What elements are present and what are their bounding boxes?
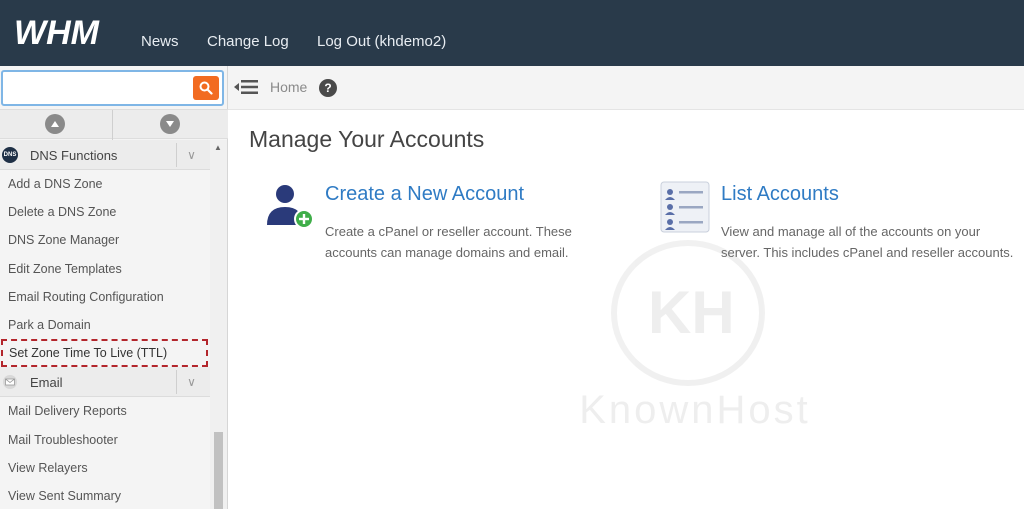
sidebar-item-park-domain[interactable]: Park a Domain <box>0 311 210 339</box>
search-button[interactable] <box>193 76 219 100</box>
nav-logout-link[interactable]: Log Out (khdemo2) <box>317 33 446 50</box>
group-header-dns-functions[interactable]: DNS DNS Functions ∨ <box>0 140 210 170</box>
sidebar-item-mail-delivery-reports[interactable]: Mail Delivery Reports <box>0 397 210 425</box>
watermark-text: KnownHost <box>579 388 811 432</box>
group-label: Email <box>30 375 63 391</box>
sidebar-item-delete-dns-zone[interactable]: Delete a DNS Zone <box>0 198 210 226</box>
top-bar: WHM News Change Log Log Out (khdemo2) <box>0 0 1024 66</box>
dns-icon: DNS <box>2 147 18 163</box>
sidebar-search-input[interactable] <box>5 74 191 102</box>
sidebar-item-set-zone-ttl[interactable]: Set Zone Time To Live (TTL) <box>1 339 208 368</box>
chevron-down-icon <box>166 121 174 127</box>
page-title: Manage Your Accounts <box>249 126 485 152</box>
whm-logo[interactable]: WHM <box>12 14 120 50</box>
group-header-email[interactable]: Email ∨ <box>0 367 210 398</box>
nav-change-log-link[interactable]: Change Log <box>207 33 289 50</box>
scroll-up-arrow-icon[interactable]: ▲ <box>214 143 222 152</box>
add-user-icon[interactable] <box>264 183 314 229</box>
sidebar-item-add-dns-zone[interactable]: Add a DNS Zone <box>0 170 210 198</box>
sidebar-item-mail-troubleshooter[interactable]: Mail Troubleshooter <box>0 426 210 454</box>
create-account-link[interactable]: Create a New Account <box>325 183 524 206</box>
watermark-letter: KH <box>648 279 735 346</box>
sidebar-item-edit-zone-templates[interactable]: Edit Zone Templates <box>0 255 210 283</box>
email-icon <box>3 375 17 390</box>
sidebar-scrollbar[interactable]: ▲ <box>210 140 227 509</box>
list-accounts-icon[interactable] <box>660 181 710 233</box>
knownhost-watermark: KH KnownHost <box>530 240 860 440</box>
group-label: DNS Functions <box>30 148 118 163</box>
svg-text:WHM: WHM <box>14 14 100 50</box>
sidebar-item-view-relayers[interactable]: View Relayers <box>0 454 210 482</box>
scroll-up-button[interactable] <box>45 114 65 134</box>
sidebar: DNS DNS Functions ∨ Add a DNS Zone Delet… <box>0 66 228 509</box>
sidebar-scroll-controls <box>0 109 228 140</box>
chevron-down-icon[interactable]: ∨ <box>176 370 206 395</box>
scroll-down-button[interactable] <box>160 114 180 134</box>
scrollbar-thumb[interactable] <box>214 432 223 509</box>
breadcrumb-home[interactable]: Home <box>270 79 307 95</box>
divider <box>112 110 113 140</box>
nav-news-link[interactable]: News <box>141 33 179 50</box>
list-accounts-link[interactable]: List Accounts <box>721 183 839 206</box>
chevron-down-icon[interactable]: ∨ <box>176 143 206 167</box>
menu-toggle-icon[interactable] <box>234 77 258 97</box>
create-account-description: Create a cPanel or reseller account. The… <box>325 224 572 260</box>
sidebar-item-view-sent-summary[interactable]: View Sent Summary <box>0 482 210 509</box>
help-icon[interactable]: ? <box>319 79 337 97</box>
chevron-up-icon <box>51 121 59 127</box>
sidebar-item-email-routing-configuration[interactable]: Email Routing Configuration <box>0 283 210 311</box>
breadcrumb-bar: Home ? <box>228 66 1024 110</box>
sidebar-item-dns-zone-manager[interactable]: DNS Zone Manager <box>0 226 210 254</box>
list-accounts-description: View and manage all of the accounts on y… <box>721 224 1014 260</box>
sidebar-menu: DNS DNS Functions ∨ Add a DNS Zone Delet… <box>0 140 210 509</box>
sidebar-search-box <box>1 70 224 106</box>
search-icon <box>199 81 213 95</box>
